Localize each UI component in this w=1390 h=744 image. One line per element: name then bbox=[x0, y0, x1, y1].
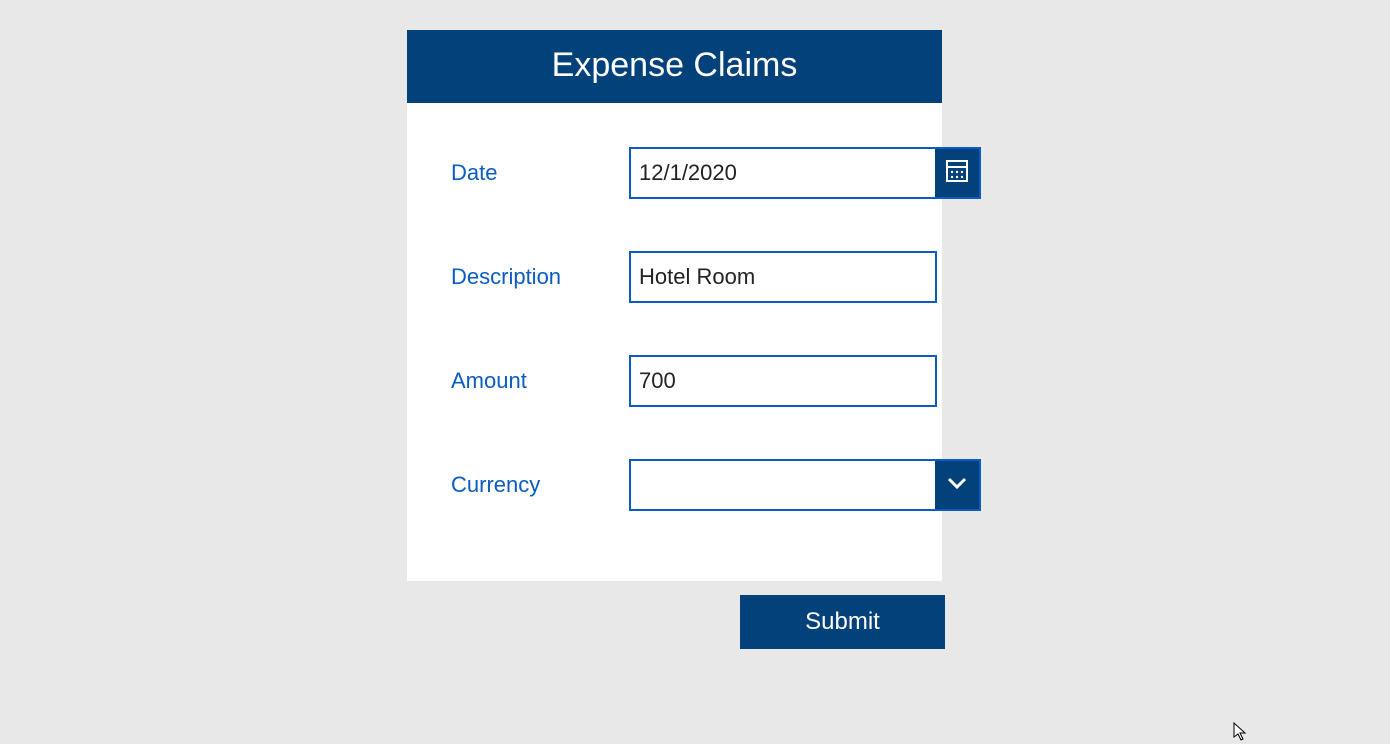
label-description: Description bbox=[451, 264, 629, 290]
currency-value[interactable] bbox=[631, 461, 935, 509]
calendar-button[interactable] bbox=[935, 149, 979, 197]
calendar-icon bbox=[946, 160, 968, 187]
date-field[interactable] bbox=[629, 147, 981, 199]
label-date: Date bbox=[451, 160, 629, 186]
row-amount: Amount bbox=[451, 355, 906, 407]
date-input[interactable] bbox=[631, 149, 935, 197]
submit-button[interactable]: Submit bbox=[740, 595, 945, 649]
row-date: Date bbox=[451, 147, 906, 199]
form-title: Expense Claims bbox=[407, 30, 942, 103]
mouse-cursor-icon bbox=[1233, 722, 1249, 742]
amount-field[interactable] bbox=[629, 355, 937, 407]
currency-dropdown-button[interactable] bbox=[935, 461, 979, 509]
row-description: Description bbox=[451, 251, 906, 303]
form-body: Date bbox=[407, 103, 942, 581]
description-field[interactable] bbox=[629, 251, 937, 303]
amount-input[interactable] bbox=[631, 357, 935, 405]
currency-select[interactable] bbox=[629, 459, 981, 511]
expense-form-card: Expense Claims Date bbox=[407, 30, 942, 581]
row-currency: Currency bbox=[451, 459, 906, 511]
chevron-down-icon bbox=[945, 471, 969, 500]
description-input[interactable] bbox=[631, 253, 935, 301]
label-currency: Currency bbox=[451, 472, 629, 498]
label-amount: Amount bbox=[451, 368, 629, 394]
